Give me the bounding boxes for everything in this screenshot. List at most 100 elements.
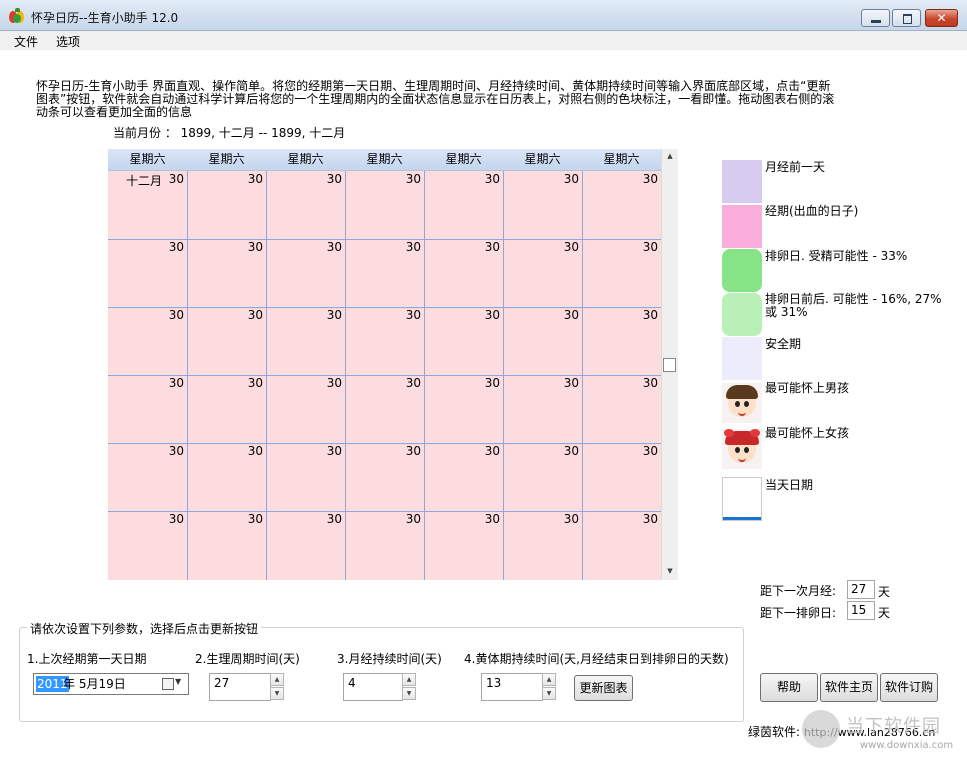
legend-label-safe: 安全期 <box>765 337 802 351</box>
weekday-header: 星期六 <box>603 152 640 166</box>
maximize-button[interactable] <box>892 9 921 27</box>
calendar-day-cell[interactable]: 30 <box>154 172 184 186</box>
calendar-day-cell[interactable]: 30 <box>470 308 500 322</box>
next-period-field: 27 <box>847 580 875 599</box>
update-chart-button[interactable]: 更新图表 <box>574 675 633 701</box>
luteal-up-icon[interactable]: ▲ <box>542 673 556 686</box>
calendar-day-cell[interactable]: 30 <box>233 512 263 526</box>
scroll-thumb[interactable] <box>663 358 676 372</box>
calendar-day-cell[interactable]: 30 <box>233 240 263 254</box>
calendar-day-cell[interactable]: 30 <box>470 376 500 390</box>
calendar-day-cell[interactable]: 30 <box>391 444 421 458</box>
calendar-day-cell[interactable]: 30 <box>154 376 184 390</box>
watermark: 当下软件园 www.downxia.com <box>800 708 967 768</box>
calendar-day-cell[interactable]: 30 <box>233 444 263 458</box>
legend-label-boy: 最可能怀上男孩 <box>765 381 850 395</box>
calendar-day-cell[interactable]: 30 <box>628 512 658 526</box>
calendar-header: 星期六 星期六 星期六 星期六 星期六 星期六 星期六 <box>108 149 661 171</box>
calendar-day-cell[interactable]: 30 <box>628 308 658 322</box>
calendar-day-cell[interactable]: 30 <box>312 172 342 186</box>
calendar-day-cell[interactable]: 30 <box>233 376 263 390</box>
legend-label-period: 经期(出血的日子) <box>765 204 859 218</box>
date-rest-segment[interactable]: 年 5月19日 <box>63 676 126 692</box>
calendar-day-cell[interactable]: 30 <box>628 376 658 390</box>
calendar-day-cell[interactable]: 30 <box>470 444 500 458</box>
last-period-date-picker[interactable]: 2011 年 5月19日 ▼ <box>33 673 189 695</box>
calendar-day-cell[interactable]: 30 <box>628 444 658 458</box>
duration-up-icon[interactable]: ▲ <box>402 673 416 686</box>
weekday-header: 星期六 <box>366 152 403 166</box>
menu-options[interactable]: 选项 <box>56 33 80 50</box>
next-period-label: 距下一次月经: <box>760 584 837 598</box>
calendar-day-cell[interactable]: 30 <box>628 172 658 186</box>
luteal-phase-input[interactable]: 13 <box>481 673 543 701</box>
calendar-day-cell[interactable]: 30 <box>391 376 421 390</box>
chevron-down-icon[interactable]: ▼ <box>175 677 181 686</box>
legend-swatch-near-ovulation <box>722 293 762 336</box>
help-button[interactable]: 帮助 <box>760 673 818 702</box>
today-marker-bar <box>723 517 761 520</box>
calendar-day-cell[interactable]: 30 <box>391 512 421 526</box>
legend-label-pre-period: 月经前一天 <box>765 160 826 174</box>
cycle-length-input[interactable]: 27 <box>209 673 271 701</box>
cycle-down-icon[interactable]: ▼ <box>270 687 284 700</box>
intro-text: 怀孕日历-生育小助手 界面直观、操作简单。将您的经期第一天日期、生理周期时间、月… <box>36 79 835 119</box>
calendar-day-cell[interactable]: 30 <box>549 172 579 186</box>
weekday-header: 星期六 <box>287 152 324 166</box>
legend-swatch-safe <box>722 337 762 380</box>
calendar-day-cell[interactable]: 30 <box>154 240 184 254</box>
current-month-label: 当前月份 ： 1899, 十二月 -- 1899, 十二月 <box>113 126 346 140</box>
calendar-grid[interactable]: 星期六 星期六 星期六 星期六 星期六 星期六 星期六 十二月 ▲ ▼ 30 30 30 30 30… <box>108 149 678 580</box>
title-bar: 怀孕日历--生育小助手 12.0 ✕ <box>0 0 967 31</box>
calendar-day-cell[interactable]: 30 <box>549 376 579 390</box>
calendar-day-cell[interactable]: 30 <box>391 172 421 186</box>
calendar-day-cell[interactable]: 30 <box>470 240 500 254</box>
calendar-day-cell[interactable]: 30 <box>233 308 263 322</box>
calendar-icon[interactable] <box>162 678 174 690</box>
order-button[interactable]: 软件订购 <box>880 673 938 702</box>
watermark-logo-icon <box>802 710 840 748</box>
calendar-day-cell[interactable]: 30 <box>549 240 579 254</box>
app-logo-icon <box>9 8 25 24</box>
weekday-header: 星期六 <box>445 152 482 166</box>
legend-swatch-pre-period <box>722 160 762 203</box>
close-icon: ✕ <box>936 11 947 25</box>
calendar-day-cell[interactable]: 30 <box>391 240 421 254</box>
watermark-url: www.downxia.com <box>860 740 954 751</box>
duration-down-icon[interactable]: ▼ <box>402 687 416 700</box>
calendar-day-cell[interactable]: 30 <box>312 240 342 254</box>
calendar-day-cell[interactable]: 30 <box>470 172 500 186</box>
cycle-up-icon[interactable]: ▲ <box>270 673 284 686</box>
luteal-down-icon[interactable]: ▼ <box>542 687 556 700</box>
next-ovulation-unit: 天 <box>878 606 891 620</box>
legend-label-near-ovulation: 排卵日前后. 可能性 - 16%, 27% 或 31% <box>765 292 942 319</box>
scroll-down-icon[interactable]: ▼ <box>662 564 678 578</box>
calendar-day-cell[interactable]: 30 <box>628 240 658 254</box>
legend-label-today: 当天日期 <box>765 478 814 492</box>
legend-swatch-ovulation <box>722 249 762 292</box>
calendar-day-cell[interactable]: 30 <box>154 444 184 458</box>
calendar-day-cell[interactable]: 30 <box>549 512 579 526</box>
weekday-header: 星期六 <box>129 152 166 166</box>
calendar-day-cell[interactable]: 30 <box>154 512 184 526</box>
calendar-day-cell[interactable]: 30 <box>154 308 184 322</box>
calendar-day-cell[interactable]: 30 <box>312 444 342 458</box>
menu-file[interactable]: 文件 <box>14 33 38 50</box>
calendar-day-cell[interactable]: 30 <box>312 308 342 322</box>
calendar-day-cell[interactable]: 30 <box>391 308 421 322</box>
next-ovulation-label: 距下一排卵日: <box>760 606 837 620</box>
legend-label-ovulation: 排卵日. 受精可能性 - 33% <box>765 249 908 263</box>
close-button[interactable]: ✕ <box>925 9 958 27</box>
calendar-day-cell[interactable]: 30 <box>312 376 342 390</box>
calendar-day-cell[interactable]: 30 <box>312 512 342 526</box>
calendar-day-cell[interactable]: 30 <box>549 444 579 458</box>
calendar-day-cell[interactable]: 30 <box>233 172 263 186</box>
calendar-scrollbar[interactable]: ▲ ▼ <box>661 149 678 580</box>
calendar-day-cell[interactable]: 30 <box>549 308 579 322</box>
weekday-header: 星期六 <box>524 152 561 166</box>
minimize-button[interactable] <box>861 9 890 27</box>
homepage-button[interactable]: 软件主页 <box>820 673 878 702</box>
period-duration-input[interactable]: 4 <box>343 673 403 701</box>
scroll-up-icon[interactable]: ▲ <box>662 149 678 163</box>
calendar-day-cell[interactable]: 30 <box>470 512 500 526</box>
